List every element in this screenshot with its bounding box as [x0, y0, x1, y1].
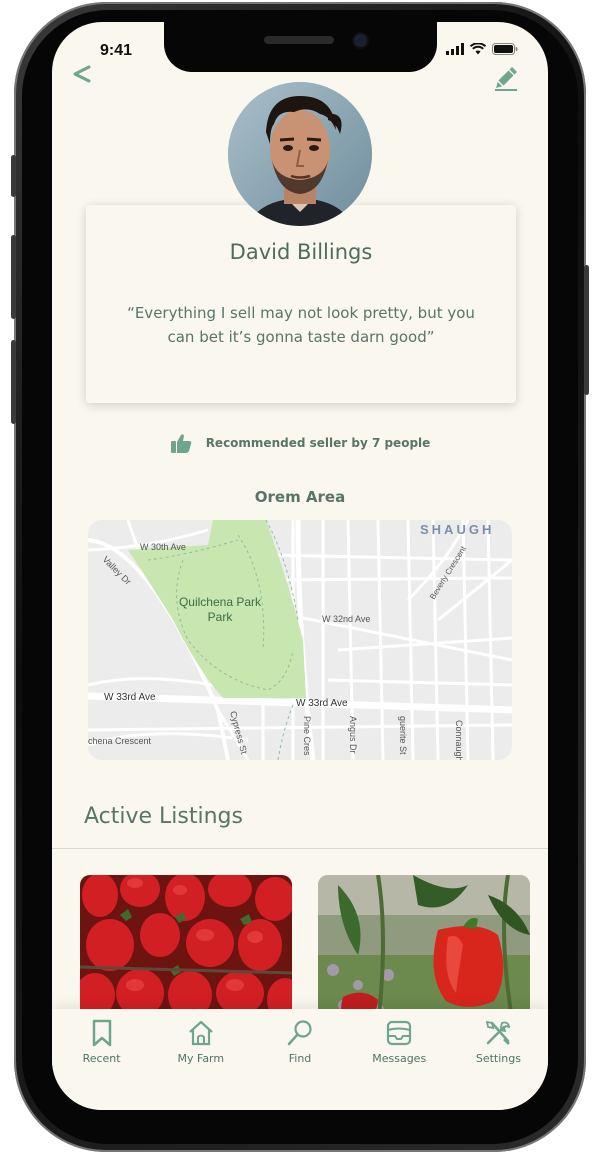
- tab-find-label: Find: [288, 1052, 312, 1065]
- home-icon: [189, 1020, 213, 1046]
- tab-settings[interactable]: Settings: [449, 1009, 548, 1110]
- speaker-grille: [264, 36, 334, 44]
- front-camera: [354, 34, 367, 47]
- map-label-street: chena Crescent: [88, 736, 152, 746]
- listing-card-strawberries[interactable]: [80, 875, 292, 1025]
- map-label-street: guerite St: [398, 716, 408, 755]
- app-screen: 9:41 David Billings “Everything I sell m…: [52, 22, 548, 1110]
- tools-icon: [486, 1020, 511, 1045]
- map-label-street: Pine Cres: [302, 716, 312, 756]
- map-label-street: W 32nd Ave: [322, 614, 370, 624]
- status-icons: [446, 43, 518, 55]
- search-icon: [287, 1020, 312, 1046]
- tab-find[interactable]: Find: [250, 1009, 349, 1110]
- recommendation-text: Recommended seller by 7 people: [205, 436, 431, 450]
- bookmark-icon: [92, 1019, 111, 1047]
- signal-icon: [446, 43, 464, 55]
- profile-card: David Billings “Everything I sell may no…: [86, 205, 516, 403]
- pencil-icon: [495, 67, 517, 91]
- seller-quote: “Everything I sell may not look pretty, …: [127, 304, 475, 346]
- back-button[interactable]: [70, 62, 94, 90]
- listing-card-peppers[interactable]: [318, 875, 530, 1025]
- peppers-photo: [318, 875, 530, 1025]
- power-button: [584, 265, 589, 395]
- map-label-street: Angus Dr: [348, 716, 358, 754]
- status-time: 9:41: [100, 42, 133, 59]
- tab-settings-label: Settings: [475, 1052, 521, 1065]
- avatar-photo: [228, 82, 372, 226]
- map-graphic: Quilchena Park Park SHAUGH W 30th Ave Va…: [88, 520, 512, 760]
- bottom-tab-bar: Recent My Farm Find Messages Settings: [52, 1009, 548, 1110]
- volume-up-button: [11, 235, 16, 319]
- tab-messages[interactable]: Messages: [350, 1009, 449, 1110]
- strawberries-photo: [80, 875, 292, 1025]
- recommendation-row: Recommended seller by 7 people: [52, 432, 548, 454]
- location-map[interactable]: Quilchena Park Park SHAUGH W 30th Ave Va…: [88, 520, 512, 760]
- map-label-street: W 33rd Ave: [104, 692, 156, 703]
- map-label-park-line2: Park: [208, 610, 234, 624]
- section-divider: [52, 848, 548, 849]
- chevron-left-icon: [73, 65, 91, 83]
- battery-icon: [492, 43, 518, 55]
- map-label-street: Connaugh: [454, 720, 464, 760]
- seller-name: David Billings: [229, 240, 373, 264]
- map-label-park: Quilchena Park: [179, 595, 262, 609]
- inbox-icon: [387, 1020, 412, 1046]
- map-label-street: W 33rd Ave: [296, 698, 348, 709]
- tab-my-farm-label: My Farm: [177, 1052, 225, 1065]
- area-title: Orem Area: [254, 488, 346, 506]
- edit-profile-button[interactable]: [492, 64, 520, 96]
- mute-switch: [11, 155, 16, 197]
- thumbs-up-icon: [170, 434, 191, 453]
- tab-recent[interactable]: Recent: [52, 1009, 151, 1110]
- tab-my-farm[interactable]: My Farm: [151, 1009, 250, 1110]
- map-label-neighborhood: SHAUGH: [420, 522, 494, 537]
- volume-down-button: [11, 340, 16, 424]
- map-label-street: W 30th Ave: [140, 542, 186, 552]
- tab-messages-label: Messages: [372, 1052, 427, 1065]
- active-listings-title: Active Listings: [84, 804, 243, 829]
- avatar[interactable]: [228, 82, 372, 226]
- tab-recent-label: Recent: [82, 1052, 121, 1065]
- notch: [164, 22, 437, 72]
- wifi-icon: [470, 43, 486, 55]
